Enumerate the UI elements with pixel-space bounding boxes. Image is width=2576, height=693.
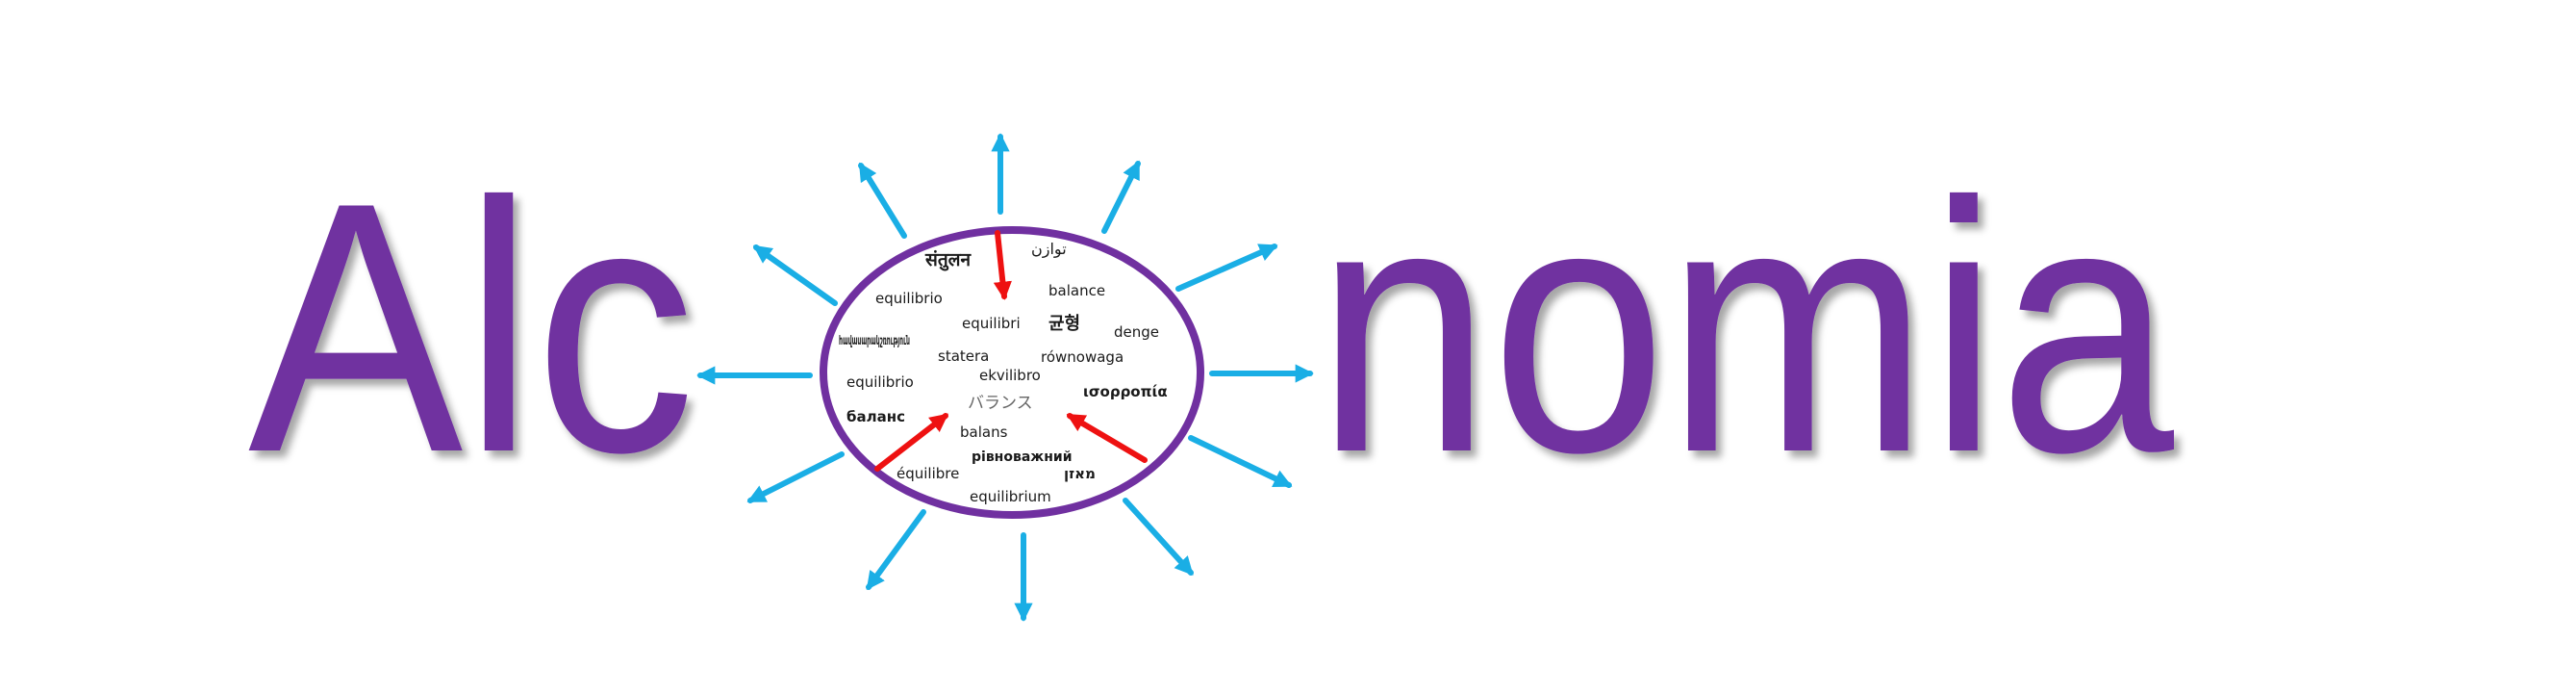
word-polish: równowaga — [1041, 348, 1124, 366]
word-esperanto: ekvilibro — [979, 367, 1041, 384]
word-latin: equilibrium — [970, 488, 1051, 505]
word-romanian: statera — [938, 347, 989, 365]
word-english: balance — [1048, 282, 1105, 299]
outward-arrow-icon — [1123, 498, 1194, 576]
word-hindi: संतुलन — [924, 249, 972, 271]
logo-left-word: Alc — [248, 129, 695, 526]
word-spanish-mid: equilibrio — [846, 373, 914, 391]
word-hebrew: מאזן — [1064, 465, 1096, 482]
word-korean: 균형 — [1048, 314, 1080, 334]
word-french: équilibre — [897, 465, 959, 482]
word-russian: баланс — [846, 408, 905, 425]
outward-arrow-icon — [858, 162, 907, 239]
alconomia-logo: Alc nomia संतुलन توازن equilibrio balanc… — [248, 129, 2176, 622]
word-japanese: バランス — [968, 394, 1033, 413]
outward-arrow-icon — [746, 451, 845, 503]
outward-arrow-icon — [1175, 244, 1278, 292]
word-armenian: հավասարակշռություն — [839, 334, 910, 348]
word-catalan: equilibri — [962, 315, 1021, 332]
outward-arrow-icon — [1101, 160, 1141, 234]
word-spanish-top: equilibrio — [875, 290, 943, 307]
outward-arrow-icon — [752, 244, 838, 306]
word-turkish: denge — [1114, 323, 1159, 341]
word-tagalog: balans — [960, 424, 1008, 441]
word-arabic: توازن — [1031, 240, 1067, 259]
outward-arrow-icon — [1188, 435, 1293, 488]
logo-right-word: nomia — [1316, 129, 2176, 526]
outward-arrow-icon — [866, 509, 926, 591]
word-ukrainian: рівноважний — [972, 449, 1073, 465]
word-greek: ισορροπία — [1083, 383, 1168, 400]
